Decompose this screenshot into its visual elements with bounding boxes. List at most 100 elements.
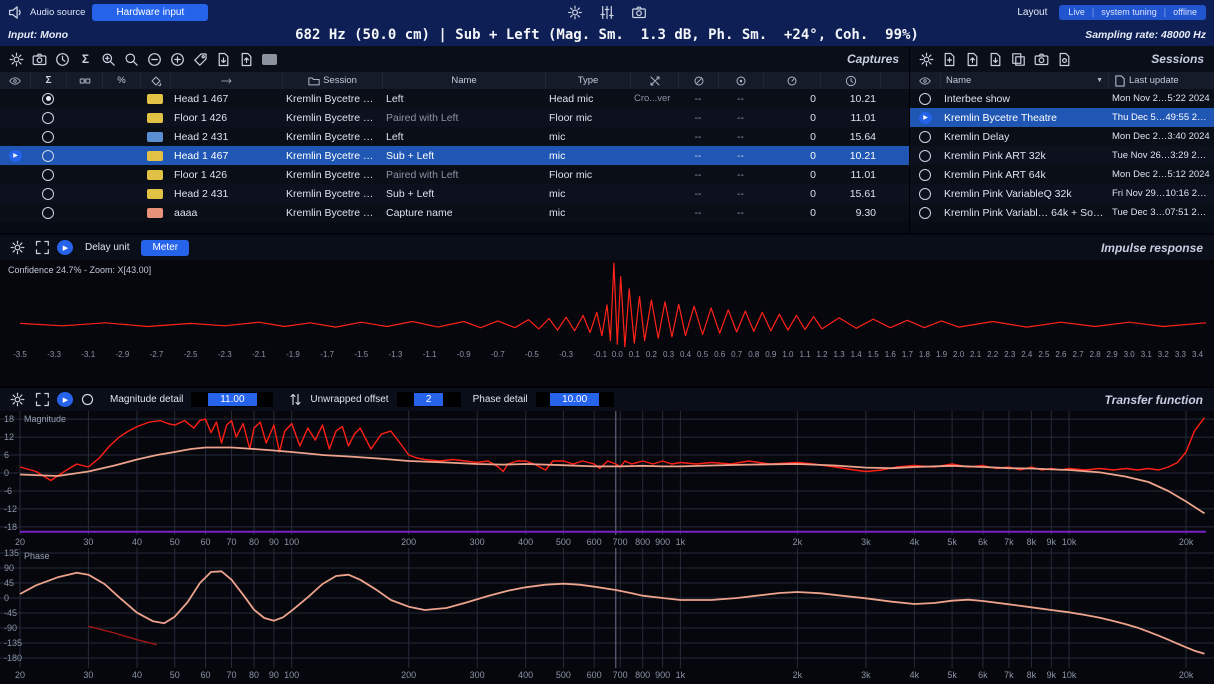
- col-time-header[interactable]: [820, 72, 880, 89]
- capture-color-swatch[interactable]: [147, 94, 163, 104]
- session-name-cell[interactable]: Kremlin Delay: [940, 131, 1108, 143]
- remove-capture-icon[interactable]: [144, 49, 165, 69]
- phase-detail-input[interactable]: 10.00: [536, 392, 614, 407]
- capture-color-swatch[interactable]: [147, 189, 163, 199]
- session-name-cell[interactable]: Kremlin Pink ART 32k: [940, 150, 1108, 162]
- add-capture-icon[interactable]: [167, 49, 188, 69]
- captures-history-icon[interactable]: [52, 49, 73, 69]
- session-row[interactable]: Kremlin DelayMon Dec 2…3:40 2024: [910, 127, 1214, 146]
- captures-average-icon[interactable]: Σ: [75, 49, 96, 69]
- transfer-settings-icon[interactable]: [7, 390, 28, 410]
- sum-radio[interactable]: [42, 112, 54, 124]
- sum-radio[interactable]: [42, 93, 54, 105]
- mode-system-tuning[interactable]: system tuning: [1101, 7, 1157, 17]
- new-session-icon[interactable]: [939, 49, 960, 69]
- col-offset-header[interactable]: [763, 72, 820, 89]
- mode-live[interactable]: Live: [1068, 7, 1085, 17]
- zoom-in-icon[interactable]: [98, 49, 119, 69]
- col-delay-header[interactable]: [170, 72, 282, 89]
- col-visibility-header[interactable]: [0, 72, 30, 89]
- session-name-cell[interactable]: Interbee show: [940, 93, 1108, 105]
- zoom-out-icon[interactable]: [121, 49, 142, 69]
- session-radio[interactable]: [919, 207, 931, 219]
- capture-name-cell[interactable]: Floor 1 426: [170, 169, 282, 181]
- capture-label-cell[interactable]: Left: [382, 131, 545, 143]
- impulse-play-button[interactable]: ▶: [57, 240, 73, 255]
- capture-row[interactable]: Floor 1 426Kremlin Bycetre TheatrePaired…: [0, 108, 909, 127]
- capture-color-swatch[interactable]: [147, 151, 163, 161]
- session-radio[interactable]: [919, 93, 931, 105]
- transfer-fullscreen-icon[interactable]: [32, 390, 53, 410]
- mode-offline[interactable]: offline: [1173, 7, 1197, 17]
- magnitude-chart[interactable]: 2030405060708090100200300400500600700800…: [0, 411, 1214, 548]
- capture-color-swatch[interactable]: [147, 113, 163, 123]
- session-row[interactable]: ▶Kremlin Bycetre TheatreThu Dec 5…49:55 …: [910, 108, 1214, 127]
- sessions-name-header[interactable]: Name▼: [940, 72, 1108, 89]
- tuning-sliders-icon[interactable]: [597, 2, 618, 22]
- session-row[interactable]: Kremlin Pink Variabl… 64k + Some comment…: [910, 203, 1214, 222]
- sum-radio[interactable]: [42, 150, 54, 162]
- col-calibration-header[interactable]: %: [102, 72, 140, 89]
- transfer-reset-circle-icon[interactable]: [77, 390, 98, 410]
- unwrapped-offset-input[interactable]: 2: [397, 392, 461, 407]
- transfer-play-button[interactable]: ▶: [57, 392, 73, 407]
- capture-name-cell[interactable]: Floor 1 426: [170, 112, 282, 124]
- sum-radio[interactable]: [42, 207, 54, 219]
- session-name-cell[interactable]: Kremlin Pink VariableQ 32k: [940, 188, 1108, 200]
- import-capture-icon[interactable]: [213, 49, 234, 69]
- capture-label-cell[interactable]: Capture name: [382, 207, 545, 219]
- capture-name-cell[interactable]: Head 1 467: [170, 93, 282, 105]
- delay-unit-meter-button[interactable]: Meter: [141, 240, 189, 256]
- session-radio[interactable]: [919, 131, 931, 143]
- session-name-cell[interactable]: Kremlin Bycetre Theatre: [940, 112, 1108, 124]
- session-name-cell[interactable]: Kremlin Pink Variabl… 64k + Some comment…: [940, 207, 1108, 219]
- capture-label-cell[interactable]: Sub + Left: [382, 188, 545, 200]
- session-row[interactable]: Kremlin Pink VariableQ 32kFri Nov 29…10:…: [910, 184, 1214, 203]
- capture-row[interactable]: Floor 1 426Kremlin Bycetre TheatrePaired…: [0, 165, 909, 184]
- impulse-fullscreen-icon[interactable]: [32, 238, 53, 258]
- active-session-icon[interactable]: ▶: [919, 112, 932, 124]
- layout-label[interactable]: Layout: [1017, 7, 1047, 18]
- active-capture-icon[interactable]: ▶: [9, 150, 22, 162]
- col-sum-header[interactable]: Σ: [30, 72, 66, 89]
- capture-label-cell[interactable]: Sub + Left: [382, 150, 545, 162]
- color-tag-icon[interactable]: [190, 49, 211, 69]
- impulse-settings-icon[interactable]: [7, 238, 28, 258]
- session-row[interactable]: Kremlin Pink ART 32kTue Nov 26…3:29 2024: [910, 146, 1214, 165]
- capture-name-cell[interactable]: Head 1 467: [170, 150, 282, 162]
- capture-color-swatch[interactable]: [147, 208, 163, 218]
- capture-name-cell[interactable]: aaaa: [170, 207, 282, 219]
- capture-color-swatch[interactable]: [147, 170, 163, 180]
- sum-radio[interactable]: [42, 131, 54, 143]
- capture-color-swatch[interactable]: [147, 132, 163, 142]
- session-row[interactable]: Kremlin Pink ART 64kMon Dec 2…5:12 2024: [910, 165, 1214, 184]
- export-capture-icon[interactable]: [236, 49, 257, 69]
- capture-label-cell[interactable]: Left: [382, 93, 545, 105]
- sessions-snapshot-icon[interactable]: [1031, 49, 1052, 69]
- col-name-header[interactable]: Name: [382, 72, 545, 89]
- capture-row[interactable]: ▶Head 1 467Kremlin Bycetre TheatreSub + …: [0, 146, 909, 165]
- session-name-cell[interactable]: Kremlin Pink ART 64k: [940, 169, 1108, 181]
- captures-settings-icon[interactable]: [6, 49, 27, 69]
- session-properties-icon[interactable]: [1054, 49, 1075, 69]
- capture-name-cell[interactable]: Head 2 431: [170, 131, 282, 143]
- col-color-header[interactable]: [140, 72, 170, 89]
- export-session-icon[interactable]: [985, 49, 1006, 69]
- col-type-header[interactable]: Type: [545, 72, 630, 89]
- session-radio[interactable]: [919, 188, 931, 200]
- col-crossover-header[interactable]: [630, 72, 678, 89]
- col-gain-header[interactable]: [718, 72, 763, 89]
- sessions-updated-header[interactable]: Last update: [1108, 72, 1214, 89]
- capture-row[interactable]: Head 2 431Kremlin Bycetre TheatreSub + L…: [0, 184, 909, 203]
- capture-label-cell[interactable]: Paired with Left: [382, 112, 545, 124]
- col-link-header[interactable]: [66, 72, 102, 89]
- sum-radio[interactable]: [42, 188, 54, 200]
- captures-snapshot-icon[interactable]: [29, 49, 50, 69]
- impulse-chart[interactable]: -3.5-3.3-3.1-2.9-2.7-2.5-2.3-2.1-1.9-1.7…: [0, 260, 1214, 361]
- session-radio[interactable]: [919, 150, 931, 162]
- duplicate-session-icon[interactable]: [1008, 49, 1029, 69]
- sessions-visibility-header[interactable]: [910, 72, 940, 89]
- capture-name-cell[interactable]: Head 2 431: [170, 188, 282, 200]
- capture-row[interactable]: aaaaKremlin Bycetre TheatreCapture namem…: [0, 203, 909, 222]
- col-session-header[interactable]: Session: [282, 72, 382, 89]
